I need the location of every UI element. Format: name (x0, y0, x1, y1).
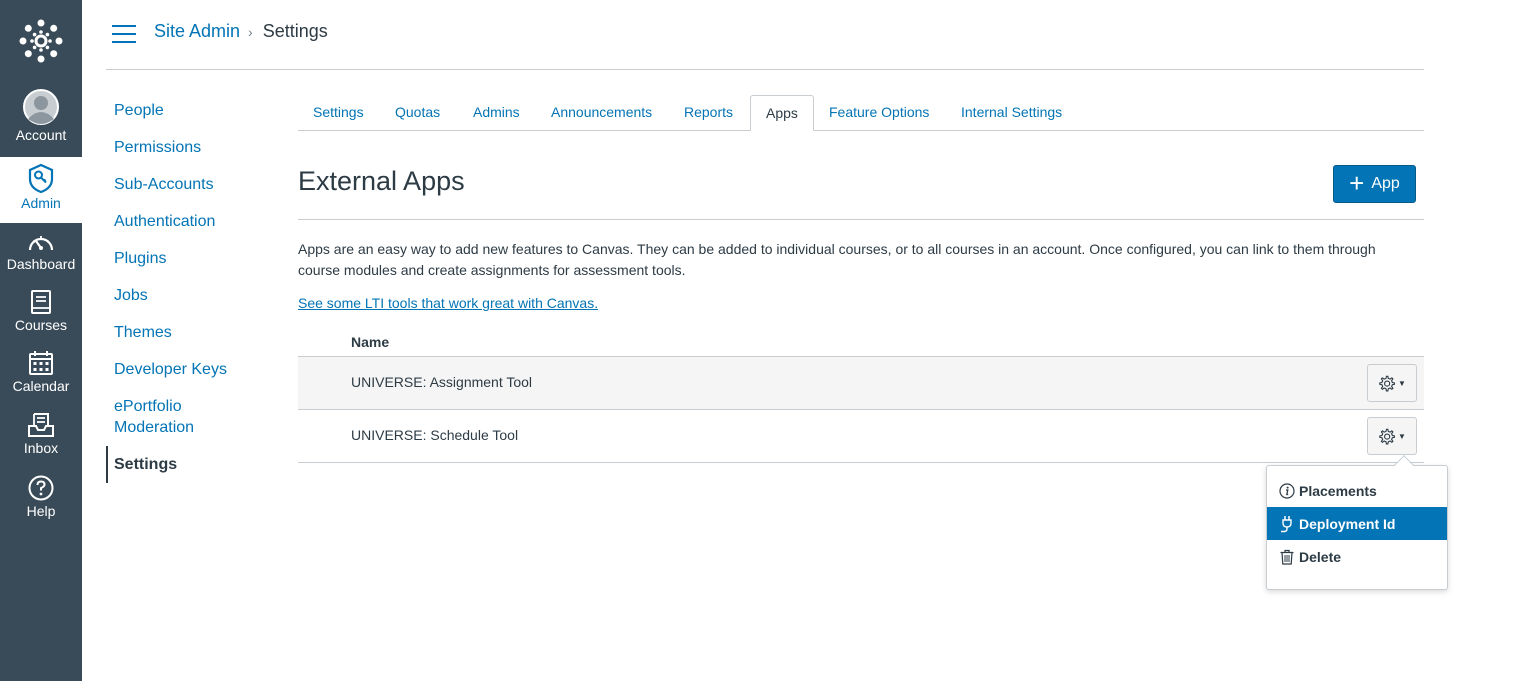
subnav-settings[interactable]: Settings (106, 446, 286, 483)
help-icon (28, 475, 54, 501)
gear-icon (1379, 375, 1396, 391)
subnav-authentication[interactable]: Authentication (106, 207, 286, 236)
tab-quotas[interactable]: Quotas (380, 95, 455, 131)
nav-calendar[interactable]: Calendar (0, 350, 82, 416)
lti-tools-link[interactable]: See some LTI tools that work great with … (298, 295, 598, 311)
app-settings-button[interactable]: ▼ (1367, 417, 1417, 455)
tab-announcements[interactable]: Announcements (536, 95, 667, 131)
subnav-permissions[interactable]: Permissions (106, 133, 286, 162)
tab-settings[interactable]: Settings (298, 95, 379, 131)
admin-shield-icon (28, 163, 54, 193)
courses-book-icon (31, 290, 51, 314)
settings-tabs: Settings Quotas Admins Announcements Rep… (298, 95, 1424, 131)
tab-feature-options[interactable]: Feature Options (814, 95, 944, 131)
column-header-name: Name (351, 334, 390, 350)
add-app-button[interactable]: + App (1333, 165, 1416, 203)
subnav-plugins[interactable]: Plugins (106, 244, 286, 273)
nav-admin-label: Admin (21, 195, 61, 211)
menu-item-delete[interactable]: Delete (1267, 540, 1447, 573)
account-subnav: People Permissions Sub-Accounts Authenti… (106, 96, 286, 491)
menu-item-label: Delete (1299, 548, 1342, 565)
breadcrumb-separator-icon: › (248, 23, 253, 40)
nav-calendar-label: Calendar (12, 378, 70, 394)
nav-courses[interactable]: Courses (0, 289, 82, 355)
inbox-icon (28, 413, 54, 437)
breadcrumb-current: Settings (262, 21, 328, 41)
table-row: UNIVERSE: Assignment Tool ▼ (298, 357, 1424, 410)
nav-courses-label: Courses (14, 317, 68, 333)
tab-internal-settings[interactable]: Internal Settings (946, 95, 1077, 131)
trash-icon (1280, 549, 1294, 565)
page-title: External Apps (298, 166, 465, 196)
subnav-people[interactable]: People (106, 96, 286, 125)
hamburger-menu-icon[interactable] (112, 25, 136, 45)
menu-item-placements[interactable]: Placements (1267, 474, 1447, 507)
menu-item-deployment-id[interactable]: Deployment Id (1267, 507, 1447, 540)
page-header: Site Admin › Settings (106, 0, 1424, 70)
nav-account[interactable]: Account (0, 89, 82, 155)
chevron-down-icon: ▼ (1398, 378, 1406, 388)
dashboard-icon (28, 236, 54, 251)
nav-inbox[interactable]: Inbox (0, 412, 82, 478)
nav-help[interactable]: Help (0, 475, 82, 541)
subnav-eportfolio-moderation[interactable]: ePortfolio Moderation (106, 392, 216, 442)
table-row: UNIVERSE: Schedule Tool ▼ (298, 410, 1424, 463)
breadcrumb: Site Admin › Settings (154, 21, 328, 42)
gear-icon (1379, 428, 1396, 444)
canvas-logo-icon[interactable] (0, 0, 82, 82)
subnav-sub-accounts[interactable]: Sub-Accounts (106, 170, 286, 199)
app-name: UNIVERSE: Schedule Tool (351, 427, 519, 443)
tab-reports[interactable]: Reports (669, 95, 748, 131)
chevron-down-icon: ▼ (1398, 431, 1406, 441)
add-app-label: App (1371, 175, 1400, 192)
nav-help-label: Help (26, 503, 56, 519)
subnav-jobs[interactable]: Jobs (106, 281, 286, 310)
nav-dashboard-label: Dashboard (6, 256, 76, 272)
plus-icon: + (1349, 168, 1365, 198)
menu-item-label: Placements (1299, 482, 1377, 499)
app-name: UNIVERSE: Assignment Tool (351, 374, 533, 390)
avatar-icon (23, 89, 59, 125)
apps-description: Apps are an easy way to add new features… (298, 241, 1376, 278)
nav-account-label: Account (15, 127, 67, 143)
breadcrumb-site-admin[interactable]: Site Admin (154, 21, 240, 42)
nav-dashboard[interactable]: Dashboard (0, 230, 82, 296)
nav-inbox-label: Inbox (23, 440, 59, 456)
info-icon (1279, 482, 1295, 499)
tab-admins[interactable]: Admins (458, 95, 535, 131)
nav-admin[interactable]: Admin (0, 157, 82, 223)
plug-icon (1281, 515, 1292, 532)
calendar-icon (29, 351, 53, 375)
tab-apps[interactable]: Apps (750, 95, 814, 131)
global-nav: Account Admin Dashboard Courses Calendar… (0, 0, 82, 681)
app-actions-menu: Placements Deployment Id Delete (1266, 455, 1448, 590)
menu-item-label: Deployment Id (1299, 515, 1396, 532)
subnav-themes[interactable]: Themes (106, 318, 286, 347)
divider (298, 219, 1424, 220)
app-settings-button[interactable]: ▼ (1367, 364, 1417, 402)
subnav-developer-keys[interactable]: Developer Keys (106, 355, 286, 384)
